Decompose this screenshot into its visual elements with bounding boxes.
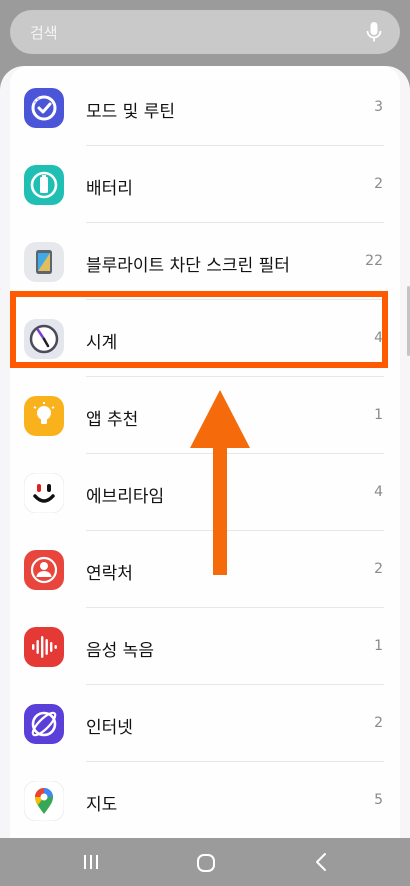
modes-routines-icon	[24, 88, 64, 128]
contacts-icon	[24, 550, 64, 590]
internet-icon	[24, 704, 64, 744]
app-recommendation-icon	[24, 396, 64, 436]
voice-recorder-icon	[24, 627, 64, 667]
microphone-icon[interactable]	[362, 20, 386, 44]
list-item-modes-routines[interactable]: 모드 및 루틴 3	[10, 69, 400, 146]
system-navigation-bar	[0, 838, 410, 886]
result-count: 1	[374, 638, 383, 654]
search-input[interactable]: 검색	[30, 22, 58, 43]
list-item-blue-light-filter[interactable]: 블루라이트 차단 스크린 필터 22	[10, 223, 400, 300]
result-count: 2	[374, 715, 383, 731]
result-count: 22	[365, 253, 383, 269]
app-label: 지도	[86, 795, 118, 815]
battery-icon	[24, 165, 64, 205]
app-label: 인터넷	[86, 718, 133, 738]
clock-highlight-box	[10, 291, 388, 368]
app-label: 연락처	[86, 564, 133, 584]
blue-light-filter-icon	[24, 242, 64, 282]
back-icon[interactable]	[313, 852, 329, 872]
app-label: 모드 및 루틴	[86, 102, 176, 122]
search-bar[interactable]: 검색	[10, 10, 400, 54]
app-label: 음성 녹음	[86, 641, 154, 661]
result-count: 5	[374, 792, 383, 808]
result-count: 3	[374, 99, 383, 115]
result-count: 1	[374, 407, 383, 423]
recents-icon[interactable]	[82, 853, 100, 871]
list-item-voice-recorder[interactable]: 음성 녹음 1	[10, 608, 400, 685]
list-item-internet[interactable]: 인터넷 2	[10, 685, 400, 762]
maps-icon	[24, 781, 64, 821]
result-count: 4	[374, 484, 383, 500]
app-label: 배터리	[86, 179, 133, 199]
app-label: 에브리타임	[86, 487, 165, 507]
home-icon[interactable]	[196, 853, 216, 873]
app-label: 앱 추천	[86, 410, 139, 430]
up-arrow-annotation	[190, 390, 250, 575]
result-count: 2	[374, 561, 383, 577]
list-item-maps[interactable]: 지도 5	[10, 762, 400, 838]
list-item-battery[interactable]: 배터리 2	[10, 146, 400, 223]
result-count: 2	[374, 176, 383, 192]
app-label: 블루라이트 차단 스크린 필터	[86, 256, 290, 276]
everytime-icon	[24, 473, 64, 513]
